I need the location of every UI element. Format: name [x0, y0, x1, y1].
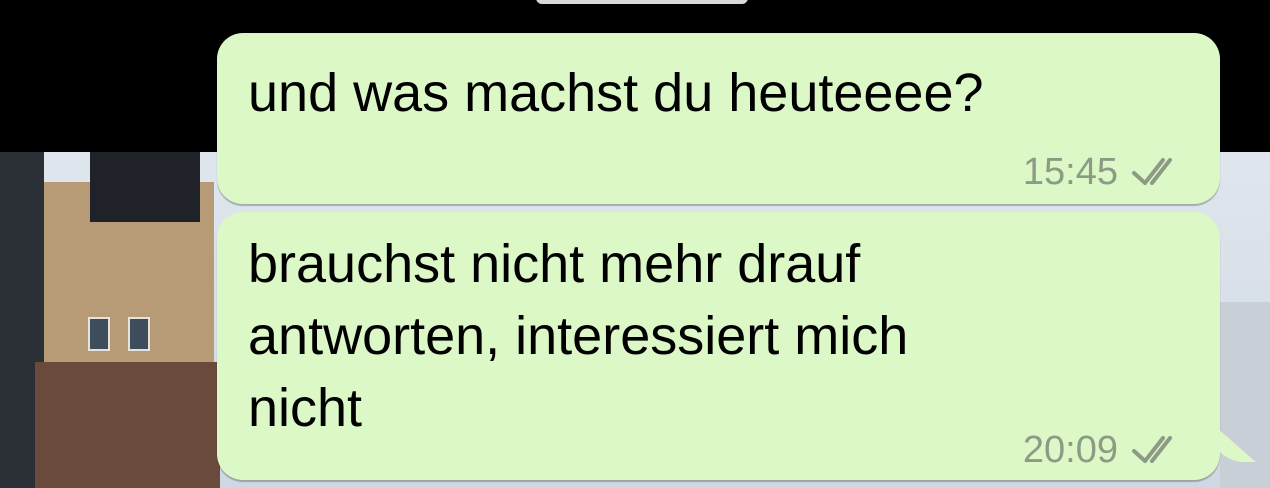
outgoing-message-bubble[interactable]: brauchst nicht mehr drauf antworten, int… [217, 212, 1220, 480]
wallpaper-building [90, 152, 200, 222]
double-check-icon [1132, 158, 1172, 185]
message-time: 15:45 [1022, 151, 1118, 193]
wallpaper-building [35, 362, 220, 488]
message-meta: 20:09 [1023, 430, 1190, 470]
wallpaper-window [88, 317, 110, 351]
message-text: und was machst du heuteeee? [248, 63, 984, 123]
top-pill-indicator [536, 0, 748, 4]
outgoing-message-bubble[interactable]: und was machst du heuteeee? 15:45 [217, 33, 1220, 204]
message-meta: 15:45 [1023, 152, 1190, 192]
wallpaper-window [128, 317, 150, 351]
message-text: brauchst nicht mehr drauf antworten, int… [248, 234, 909, 438]
double-check-icon [1132, 436, 1172, 463]
chat-screen: und was machst du heuteeee? 15:45 brauch… [0, 0, 1270, 488]
message-time: 20:09 [1022, 429, 1118, 471]
